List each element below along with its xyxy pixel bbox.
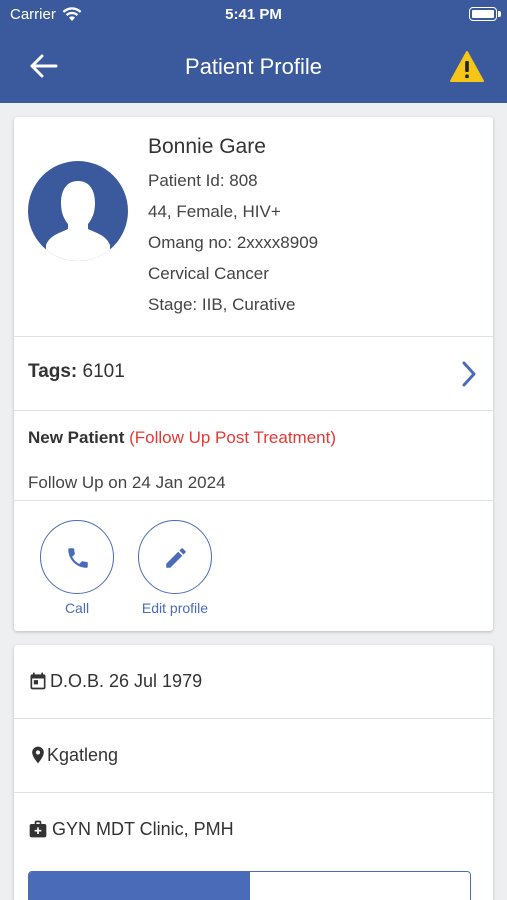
phone-icon bbox=[68, 548, 88, 568]
female-avatar-icon bbox=[46, 181, 110, 261]
patient-demographics: 44, Female, HIV+ bbox=[148, 202, 281, 221]
call-button[interactable] bbox=[40, 520, 114, 594]
page-title: Patient Profile bbox=[185, 54, 322, 79]
patient-details-card: D.O.B. 26 Jul 1979 Kgatleng GYN MDT Clin… bbox=[14, 645, 493, 900]
status-bar: Carrier 5:41 PM bbox=[0, 0, 507, 32]
edit-profile-button[interactable] bbox=[138, 520, 212, 594]
divider bbox=[14, 410, 493, 411]
dob-text: D.O.B. 26 Jul 1979 bbox=[50, 671, 203, 691]
visit-status: New Patient (Follow Up Post Treatment) bbox=[28, 428, 336, 448]
pencil-icon bbox=[166, 548, 186, 568]
tags-label: Tags: bbox=[28, 361, 78, 382]
patient-diagnosis: Cervical Cancer bbox=[148, 264, 269, 283]
battery-tip bbox=[498, 11, 501, 17]
segment-unselected[interactable] bbox=[250, 872, 470, 900]
patient-summary-card: Bonnie Gare Patient Id: 808 44, Female, … bbox=[14, 117, 493, 631]
location-text: Kgatleng bbox=[47, 745, 119, 765]
clinic-text: GYN MDT Clinic, PMH bbox=[52, 819, 234, 839]
calendar-icon bbox=[30, 672, 46, 690]
tags-text: Tags: 6101 bbox=[28, 361, 125, 383]
patient-name: Bonnie Gare bbox=[148, 135, 266, 158]
edit-profile-label[interactable]: Edit profile bbox=[125, 600, 225, 616]
avatar bbox=[28, 161, 128, 261]
call-label[interactable]: Call bbox=[37, 600, 117, 616]
dob-row: D.O.B. 26 Jul 1979 bbox=[14, 645, 493, 719]
segmented-control bbox=[28, 871, 471, 900]
patient-stage: Stage: IIB, Curative bbox=[148, 295, 296, 314]
warning-icon[interactable] bbox=[449, 50, 485, 84]
chevron-right-icon bbox=[462, 361, 476, 387]
battery-icon bbox=[469, 7, 497, 21]
divider bbox=[14, 500, 493, 501]
patient-id: Patient Id: 808 bbox=[148, 171, 258, 190]
location-row: Kgatleng bbox=[14, 719, 493, 793]
visit-reason: (Follow Up Post Treatment) bbox=[129, 428, 336, 447]
medical-kit-icon bbox=[29, 820, 47, 838]
segment-selected[interactable] bbox=[29, 872, 250, 900]
follow-up-date: Follow Up on 24 Jan 2024 bbox=[28, 473, 226, 492]
clinic-row: GYN MDT Clinic, PMH bbox=[14, 793, 493, 867]
tags-row[interactable]: Tags: 6101 bbox=[14, 337, 493, 410]
tags-value: 6101 bbox=[82, 361, 125, 382]
status-time: 5:41 PM bbox=[225, 6, 282, 23]
app-bar: Carrier 5:41 PM Patient Profile bbox=[0, 0, 507, 103]
patient-omang: Omang no: 2xxxx8909 bbox=[148, 233, 319, 252]
visit-type: New Patient bbox=[28, 428, 125, 447]
location-pin-icon bbox=[32, 746, 44, 764]
